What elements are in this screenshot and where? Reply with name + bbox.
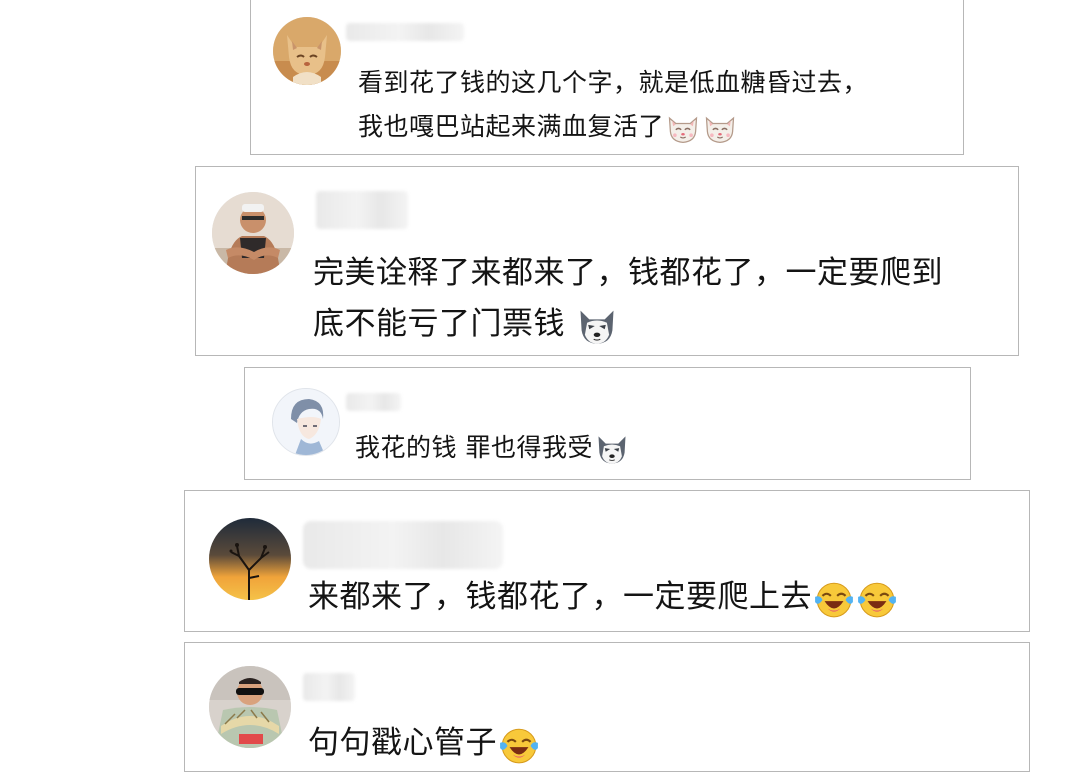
comment-text-line-1: 完美诠释了来都来了，钱都花了，一定要爬到: [313, 255, 943, 291]
comment-text-line-1: 看到花了钱的这几个字，就是低血糖昏过去，: [358, 68, 869, 97]
comment-card-3: 我花的钱 罪也得我受: [244, 367, 971, 480]
comment-text: 我花的钱 罪也得我受: [355, 433, 593, 462]
comment-text-line-1: 我花的钱 罪也得我受: [355, 428, 630, 467]
comment-text: 我也嘎巴站起来满血复活了: [358, 112, 665, 141]
username-blurred: [316, 191, 408, 229]
cat-face-emoji: [665, 110, 701, 146]
crying-laughing-emoji: [498, 724, 540, 766]
cat-avatar-icon[interactable]: [273, 17, 341, 85]
comment-text-line-2: 我也嘎巴站起来满血复活了: [358, 107, 738, 146]
username-blurred: [303, 673, 355, 701]
sunset-branch-avatar-icon[interactable]: [209, 518, 291, 600]
comment-text: 来都来了，钱都花了，一定要爬上去: [308, 579, 812, 615]
username-blurred: [346, 393, 401, 411]
comment-card-4: 来都来了，钱都花了，一定要爬上去: [184, 490, 1030, 632]
comment-card-5: 句句戳心管子: [184, 642, 1030, 772]
username-blurred: [303, 521, 503, 569]
crying-laughing-emoji: [856, 578, 898, 620]
comment-card-2: 完美诠释了来都来了，钱都花了，一定要爬到 底不能亏了门票钱: [195, 166, 1019, 356]
comment-card-1: 看到花了钱的这几个字，就是低血糖昏过去， 我也嘎巴站起来满血复活了: [250, 0, 964, 155]
comment-text-line-1: 句句戳心管子: [308, 717, 540, 766]
crying-laughing-emoji: [813, 578, 855, 620]
husky-dog-emoji: [575, 304, 619, 348]
username-blurred: [346, 23, 464, 41]
husky-dog-emoji: [594, 431, 630, 467]
comment-text-line-1: 来都来了，钱都花了，一定要爬上去: [308, 571, 898, 620]
muscle-man-avatar-icon[interactable]: [212, 192, 294, 274]
comment-text: 底不能亏了门票钱: [313, 306, 565, 342]
sunglasses-money-avatar-icon[interactable]: [209, 666, 291, 748]
comment-text: 句句戳心管子: [308, 725, 497, 761]
cat-face-emoji: [702, 110, 738, 146]
comment-text-line-2: 底不能亏了门票钱: [313, 298, 619, 348]
anime-boy-avatar-icon[interactable]: [272, 388, 340, 456]
